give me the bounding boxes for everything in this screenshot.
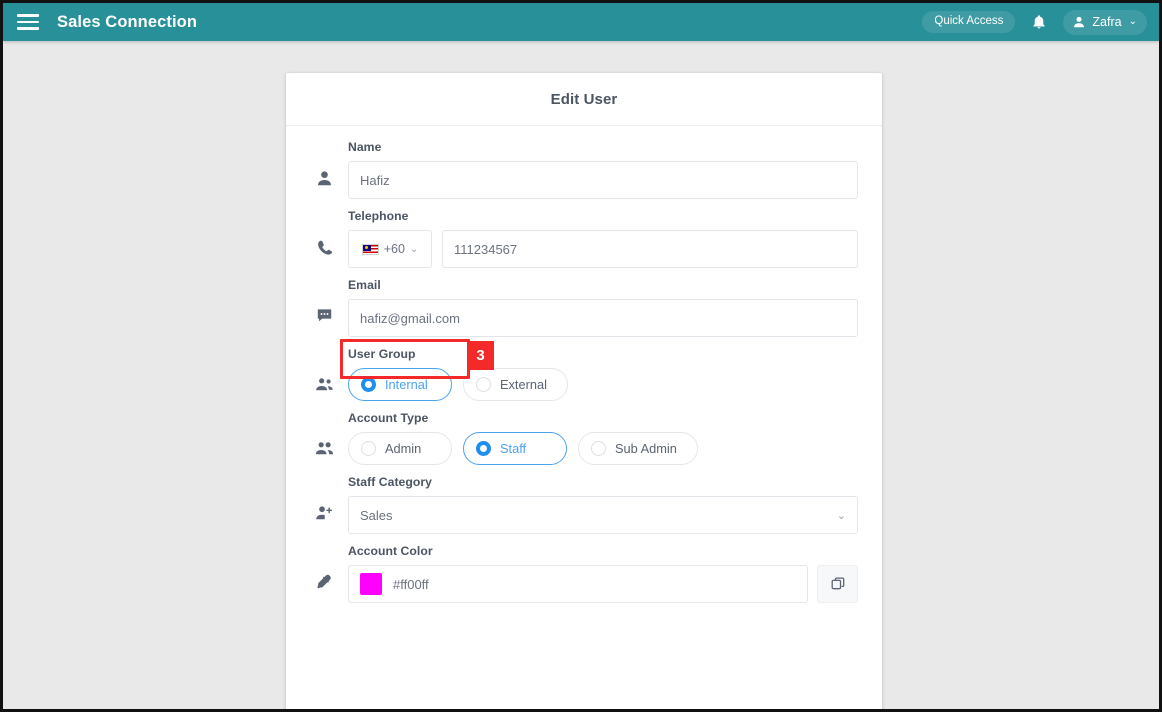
copy-icon: [831, 577, 844, 590]
radio-icon: [476, 377, 491, 392]
field-main-account-color: Account Color #ff00ff: [348, 544, 858, 603]
user-menu-button[interactable]: Zafra ⌄: [1063, 9, 1147, 35]
field-row-telephone: Telephone +60 ⌄: [300, 209, 858, 268]
top-app-bar: Sales Connection Quick Access Zafra ⌄: [3, 3, 1159, 41]
staff-category-select-wrap: Sales ⌄: [348, 496, 858, 534]
copy-color-button[interactable]: [817, 565, 858, 603]
quick-access-button[interactable]: Quick Access: [922, 10, 1016, 34]
card-body: Name Telephone: [286, 126, 882, 621]
eyedropper-icon: [300, 544, 348, 591]
app-window: Sales Connection Quick Access Zafra ⌄ Ed…: [0, 0, 1162, 712]
staff-category-value: Sales: [360, 507, 393, 523]
account-type-option-label: Staff: [500, 441, 527, 456]
radio-icon: [476, 441, 491, 456]
field-row-account-color: Account Color #ff00ff: [300, 544, 858, 603]
field-row-email: Email: [300, 278, 858, 337]
user-avatar-icon: [1074, 16, 1085, 28]
user-group-options: Internal External: [348, 368, 858, 401]
label-telephone: Telephone: [348, 209, 409, 223]
account-type-option-admin[interactable]: Admin: [348, 432, 452, 465]
user-group-option-label: Internal: [385, 377, 428, 392]
person-add-icon: [300, 475, 348, 521]
telephone-group: +60 ⌄: [348, 230, 858, 268]
user-group-option-external[interactable]: External: [463, 368, 568, 401]
account-type-option-label: Admin: [385, 441, 422, 456]
email-input[interactable]: [348, 299, 858, 337]
radio-icon: [361, 377, 376, 392]
label-user-group: User Group: [348, 347, 416, 361]
field-row-staff-category: Staff Category Sales ⌄: [300, 475, 858, 534]
field-main-staff-category: Staff Category Sales ⌄: [348, 475, 858, 534]
chevron-down-icon: ⌄: [409, 243, 419, 255]
field-row-user-group: User Group Internal External: [300, 347, 858, 401]
name-input[interactable]: [348, 161, 858, 199]
staff-category-select[interactable]: Sales ⌄: [348, 496, 858, 534]
field-main-telephone: Telephone +60 ⌄: [348, 209, 858, 268]
app-title: Sales Connection: [57, 12, 198, 31]
field-main-user-group: User Group Internal External: [348, 347, 858, 401]
people-group-icon: [300, 411, 348, 456]
field-main-account-type: Account Type Admin Staff Sub Admin: [348, 411, 858, 465]
app-bar-actions: Quick Access Zafra ⌄: [922, 9, 1147, 35]
color-swatch[interactable]: [360, 573, 382, 595]
account-type-option-label: Sub Admin: [615, 441, 677, 456]
user-group-option-label: External: [500, 377, 547, 392]
person-icon: [300, 140, 348, 187]
label-staff-category: Staff Category: [348, 475, 432, 489]
radio-icon: [591, 441, 606, 456]
telephone-input[interactable]: [442, 230, 858, 268]
label-name: Name: [348, 140, 382, 154]
card-header: Edit User: [286, 73, 882, 126]
account-color-value: #ff00ff: [393, 576, 429, 592]
account-type-option-staff[interactable]: Staff: [463, 432, 567, 465]
label-email: Email: [348, 278, 381, 292]
country-code-select[interactable]: +60 ⌄: [348, 230, 432, 268]
label-account-color: Account Color: [348, 544, 433, 558]
account-type-option-sub-admin[interactable]: Sub Admin: [578, 432, 698, 465]
field-row-account-type: Account Type Admin Staff Sub Admin: [300, 411, 858, 465]
malaysia-flag-icon: [361, 243, 379, 255]
account-color-group: #ff00ff: [348, 565, 858, 603]
account-color-input[interactable]: #ff00ff: [348, 565, 808, 603]
user-name-label: Zafra: [1092, 15, 1122, 29]
message-icon: [300, 278, 348, 323]
field-main-name: Name: [348, 140, 858, 199]
country-code-label: +60: [383, 242, 405, 256]
notification-bell-icon[interactable]: [1026, 9, 1052, 35]
edit-user-card: Edit User Name Hafiz Telephone +60 ⌄ 111…: [286, 73, 882, 709]
radio-icon: [361, 441, 376, 456]
hamburger-menu-icon[interactable]: [17, 14, 39, 30]
page-title: Edit User: [550, 90, 618, 108]
account-type-options: Admin Staff Sub Admin: [348, 432, 858, 465]
label-account-type: Account Type: [348, 411, 429, 425]
chevron-down-icon: ⌄: [1128, 16, 1137, 27]
user-group-option-internal[interactable]: Internal: [348, 368, 452, 401]
chevron-down-icon: ⌄: [836, 509, 846, 522]
people-group-icon: [300, 347, 348, 392]
field-main-email: Email: [348, 278, 858, 337]
phone-icon: [300, 209, 348, 256]
field-row-name: Name: [300, 140, 858, 199]
